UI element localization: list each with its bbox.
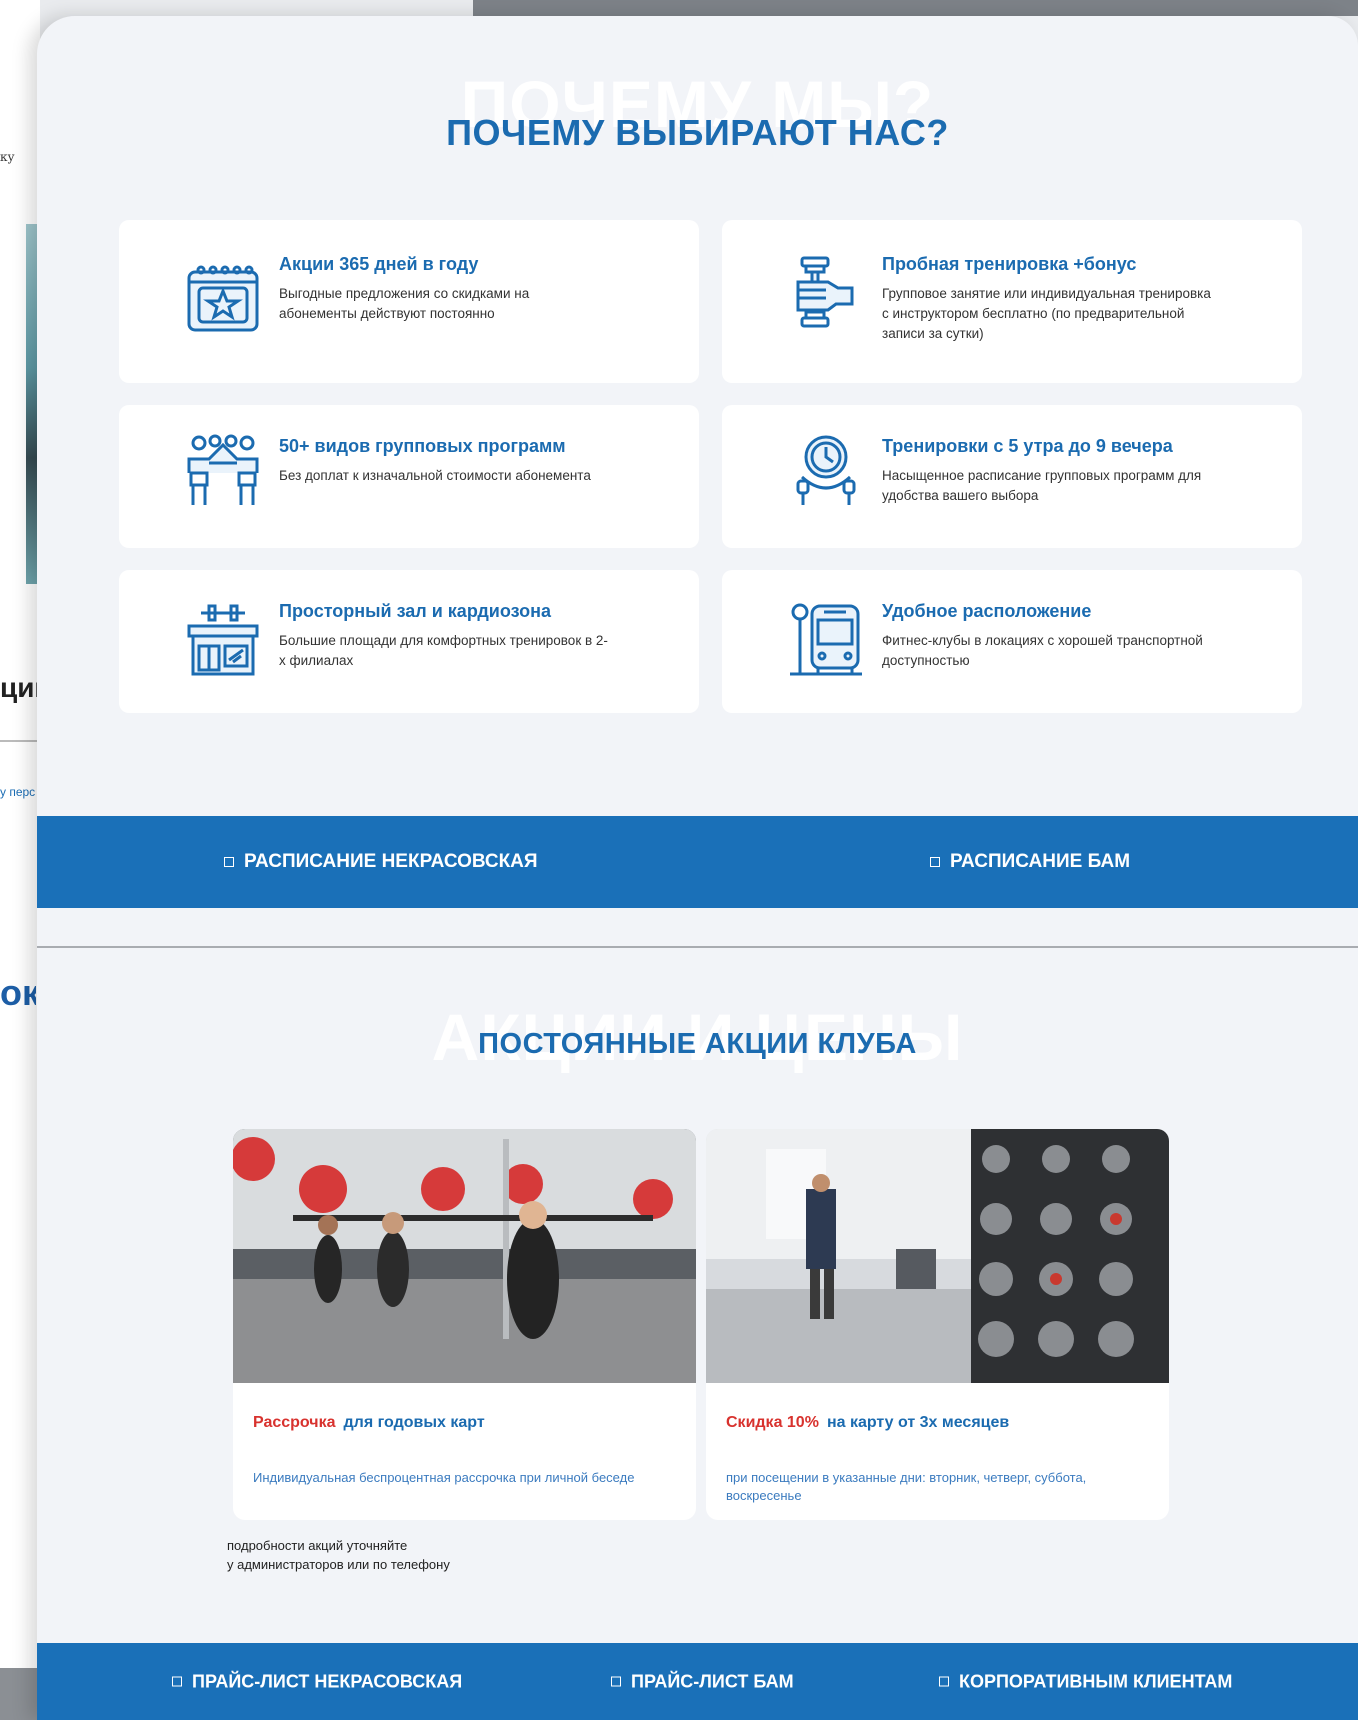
- corporate-clients-label: КОРПОРАТИВНЫМ КЛИЕНТАМ: [959, 1671, 1233, 1691]
- checkbox-icon: [172, 1676, 182, 1687]
- feature-text: Насыщенное расписание групповых программ…: [882, 468, 1202, 503]
- promo-text: Индивидуальная беспроцентная рассрочка п…: [253, 1470, 635, 1485]
- schedule-bam-label: РАСПИСАНИЕ БАМ: [950, 851, 1131, 872]
- feature-text: Фитнес-клубы в локациях с хорошей трансп…: [882, 633, 1203, 668]
- feature-card: Пробная тренировка +бонус Групповое заня…: [722, 220, 1302, 383]
- feature-title: Пробная тренировка +бонус: [882, 254, 1137, 274]
- promo-text: при посещении в указанные дни: вторник, …: [726, 1470, 1087, 1503]
- feature-text: Без доплат к изначальной стоимости абоне…: [279, 468, 591, 483]
- schedule-nekrasovskaya-label: РАСПИСАНИЕ НЕКРАСОВСКАЯ: [244, 851, 538, 872]
- promo-title-text: на карту от 3х месяцев: [826, 1414, 1010, 1431]
- promo-accent: Скидка 10%: [726, 1414, 819, 1431]
- bus-stop-icon: [788, 602, 864, 678]
- price-bam-link[interactable]: ПРАЙС-ЛИСТ БАМ: [611, 1671, 794, 1692]
- schedule-bar: РАСПИСАНИЕ НЕКРАСОВСКАЯ РАСПИСАНИЕ БАМ: [37, 816, 1358, 908]
- background-link[interactable]: у перс: [0, 785, 38, 799]
- feature-card: Тренировки с 5 утра до 9 вечера Насыщенн…: [722, 405, 1302, 548]
- promo-note-line-1: подробности акций уточняйте: [227, 1538, 408, 1553]
- dumbbell-hand-icon: [788, 254, 864, 330]
- promo-card[interactable]: Скидка 10% на карту от 3х месяцев при пос…: [706, 1129, 1169, 1520]
- background-heading-2: ок: [0, 972, 36, 1013]
- checkbox-icon: [224, 857, 234, 867]
- feature-card: 50+ видов групповых программ Без доплат …: [119, 405, 699, 548]
- price-nekrasovskaya-link[interactable]: ПРАЙС-ЛИСТ НЕКРАСОВСКАЯ: [172, 1671, 462, 1692]
- promo-title: Скидка 10% на карту от 3х месяцев: [726, 1414, 1009, 1432]
- calendar-star-icon: [185, 260, 261, 336]
- stopwatch-rope-icon: [788, 433, 864, 509]
- promo-note: подробности акций уточняйте у администра…: [227, 1536, 450, 1574]
- promo-title: Рассрочка для годовых карт: [253, 1414, 485, 1432]
- feature-card: Удобное расположение Фитнес-клубы в лока…: [722, 570, 1302, 713]
- checkbox-icon: [930, 857, 940, 867]
- feature-card: Акции 365 дней в году Выгодные предложен…: [119, 220, 699, 383]
- feature-text: Выгодные предложения со скидками на абон…: [279, 286, 530, 321]
- price-bar: ПРАЙС-ЛИСТ НЕКРАСОВСКАЯ ПРАЙС-ЛИСТ БАМ К…: [37, 1643, 1358, 1720]
- feature-title: 50+ видов групповых программ: [279, 436, 566, 456]
- promo-photo-gym-dumbbells: [706, 1129, 1169, 1383]
- feature-text: Большие площади для комфортных тренирово…: [279, 633, 608, 668]
- background-strip: [473, 0, 1358, 16]
- schedule-bam-link[interactable]: РАСПИСАНИЕ БАМ: [930, 851, 1130, 873]
- checkbox-icon: [939, 1676, 949, 1687]
- modal-panel: ПОЧЕМУ МЫ? ПОЧЕМУ ВЫБИРАЮТ НАС? Акции 36…: [37, 16, 1358, 1720]
- feature-card: Просторный зал и кардиозона Большие площ…: [119, 570, 699, 713]
- feature-title: Просторный зал и кардиозона: [279, 601, 551, 621]
- background-heading: ции: [0, 672, 38, 703]
- gym-building-icon: [185, 602, 261, 678]
- promo-title-text: для годовых карт: [343, 1414, 485, 1431]
- promo-card[interactable]: Рассрочка для годовых карт Индивидуальная…: [233, 1129, 696, 1520]
- section-title-promos: ПОСТОЯННЫЕ АКЦИИ КЛУБА: [478, 1028, 917, 1060]
- price-bam-label: ПРАЙС-ЛИСТ БАМ: [631, 1671, 794, 1691]
- section-title-why: ПОЧЕМУ ВЫБИРАЮТ НАС?: [446, 112, 949, 153]
- group-people-icon: [185, 433, 261, 509]
- promo-photo-group-squats: [233, 1129, 696, 1383]
- feature-title: Удобное расположение: [882, 601, 1092, 621]
- feature-text: Групповое занятие или индивидуальная тре…: [882, 286, 1211, 341]
- promo-note-line-2: у администраторов или по телефону: [227, 1557, 450, 1572]
- feature-title: Акции 365 дней в году: [279, 254, 479, 274]
- feature-title: Тренировки с 5 утра до 9 вечера: [882, 436, 1173, 456]
- schedule-nekrasovskaya-link[interactable]: РАСПИСАНИЕ НЕКРАСОВСКАЯ: [224, 851, 538, 873]
- corporate-clients-link[interactable]: КОРПОРАТИВНЫМ КЛИЕНТАМ: [939, 1671, 1232, 1692]
- checkbox-icon: [611, 1676, 621, 1687]
- background-footer: [0, 1668, 40, 1720]
- price-nekrasovskaya-label: ПРАЙС-ЛИСТ НЕКРАСОВСКАЯ: [192, 1671, 463, 1691]
- background-divider: [0, 740, 38, 742]
- promo-accent: Рассрочка: [253, 1414, 336, 1431]
- section-divider: [37, 946, 1358, 948]
- background-text: ку: [0, 150, 15, 164]
